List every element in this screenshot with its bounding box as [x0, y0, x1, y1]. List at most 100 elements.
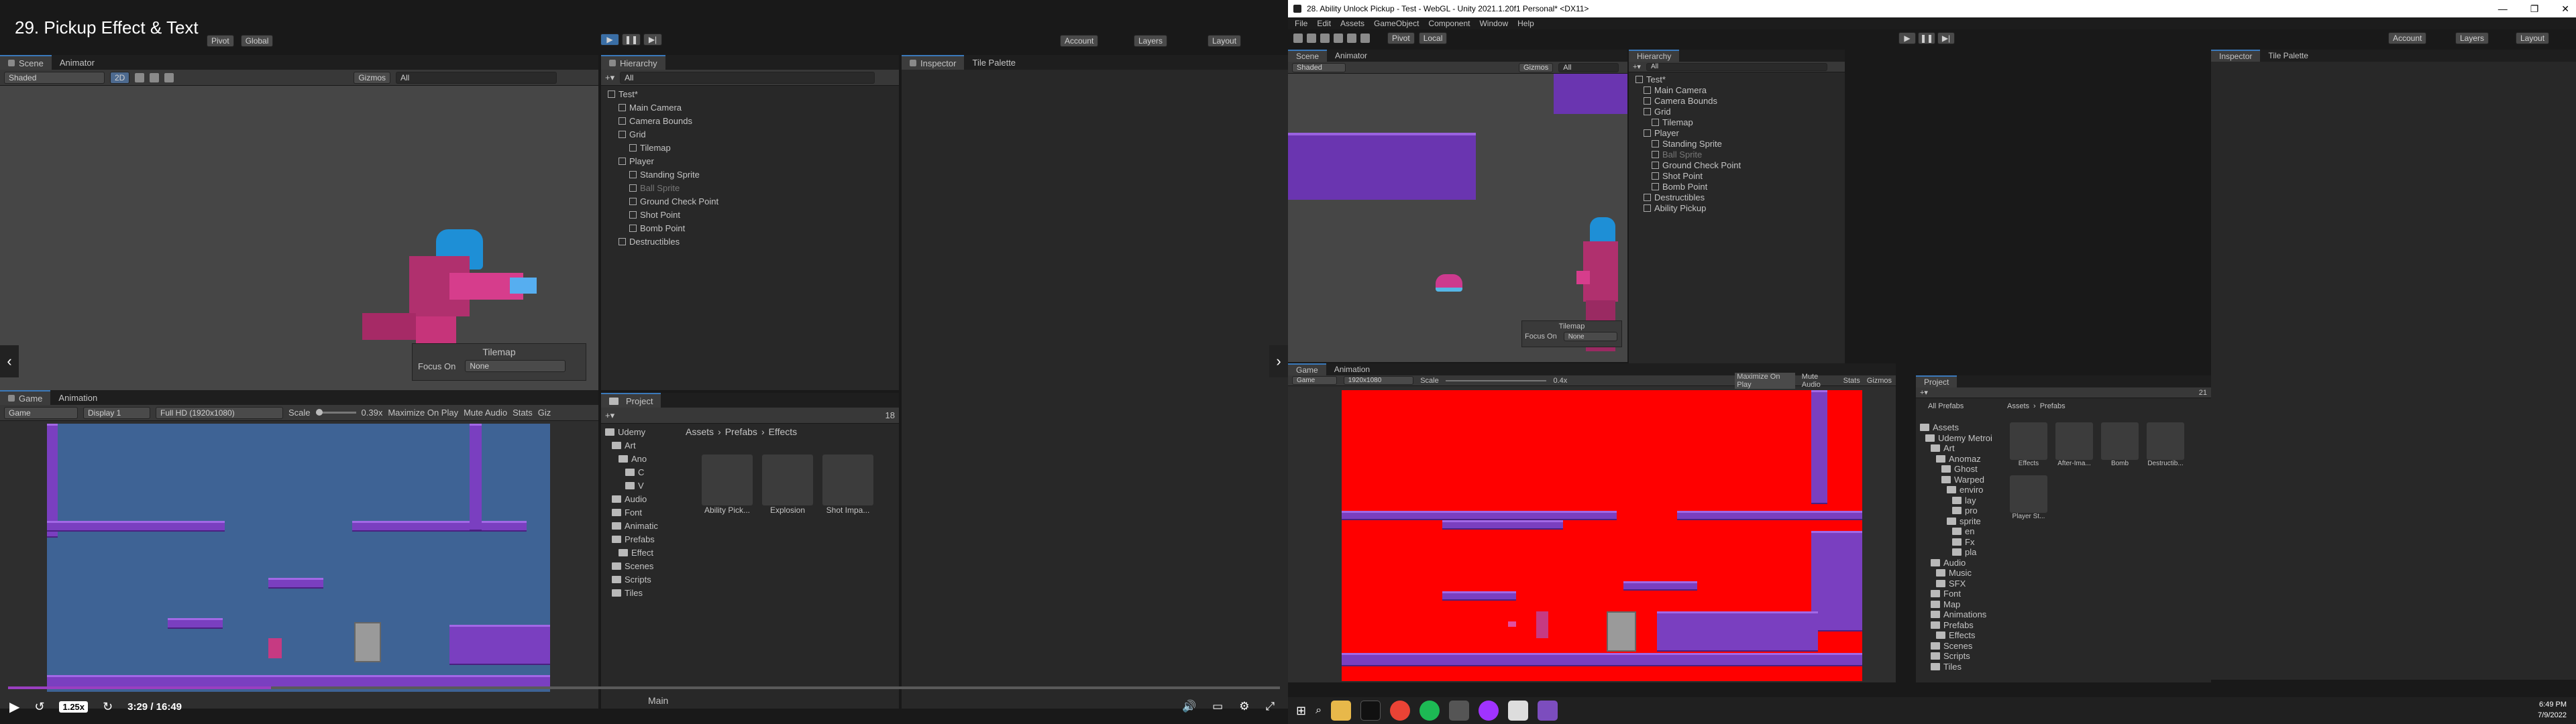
- hierarchy-item[interactable]: Ball Sprite: [1629, 149, 1845, 160]
- hierarchy-search-input[interactable]: All: [1646, 62, 1827, 71]
- tab-inspector[interactable]: Inspector: [902, 55, 965, 70]
- tab-animator[interactable]: Animator: [1327, 50, 1375, 62]
- game-view[interactable]: [47, 424, 550, 692]
- menu-item[interactable]: File: [1295, 19, 1307, 28]
- tab-game[interactable]: Game: [1288, 363, 1326, 375]
- project-folder[interactable]: SFX: [1916, 579, 2003, 589]
- project-folder[interactable]: Map: [1916, 599, 2003, 610]
- project-folder[interactable]: lay: [1916, 495, 2003, 506]
- video-progress-bar[interactable]: [8, 686, 1280, 689]
- resolution-dropdown[interactable]: Full HD (1920x1080): [156, 406, 283, 419]
- asset-tile[interactable]: After-Ima...: [2055, 422, 2093, 467]
- project-folder[interactable]: Scenes: [1916, 641, 2003, 652]
- tab-inspector[interactable]: Inspector: [2211, 50, 2261, 62]
- rotate-tool-icon[interactable]: [1320, 34, 1330, 43]
- project-folder[interactable]: Art: [601, 438, 682, 452]
- layers-dropdown[interactable]: Layers: [1134, 35, 1168, 47]
- project-folder[interactable]: Scripts: [1916, 651, 2003, 662]
- project-folder[interactable]: Fx: [1916, 537, 2003, 548]
- play-button[interactable]: ▶: [1898, 32, 1916, 44]
- scene-search-input[interactable]: All: [396, 71, 557, 84]
- project-folder[interactable]: Tiles: [601, 586, 682, 599]
- project-folder[interactable]: Font: [601, 505, 682, 519]
- tab-animation[interactable]: Animation: [1326, 363, 1378, 375]
- audio-icon[interactable]: [150, 72, 160, 82]
- hierarchy-item[interactable]: Main Camera: [601, 101, 899, 114]
- rect-tool-icon[interactable]: [1347, 34, 1356, 43]
- global-button[interactable]: Global: [240, 35, 274, 47]
- visual-studio-icon[interactable]: [1538, 701, 1558, 721]
- breadcrumb-item[interactable]: Prefabs: [2040, 402, 2065, 410]
- project-folder[interactable]: Art: [1916, 443, 2003, 454]
- add-icon[interactable]: +▾: [605, 72, 614, 83]
- game-view[interactable]: [1342, 390, 1862, 681]
- rewind-icon[interactable]: ↺: [34, 700, 44, 714]
- tab-scene[interactable]: Scene: [1288, 50, 1328, 62]
- menu-item[interactable]: Window: [1479, 19, 1508, 28]
- tab-scene[interactable]: Scene: [0, 55, 52, 70]
- scene-search-input[interactable]: All: [1558, 62, 1619, 72]
- game-mode-dropdown[interactable]: Game: [4, 406, 78, 419]
- hierarchy-item[interactable]: Standing Sprite: [1629, 138, 1845, 149]
- player-sprite[interactable]: [349, 182, 550, 357]
- hand-tool-icon[interactable]: [1293, 34, 1303, 43]
- project-folder[interactable]: Animatic: [601, 519, 682, 532]
- layers-dropdown[interactable]: Layers: [2455, 32, 2489, 44]
- resolution-dropdown[interactable]: 1920x1080: [1343, 376, 1414, 385]
- terminal-icon[interactable]: [1360, 701, 1381, 721]
- hierarchy-item[interactable]: Shot Point: [1629, 170, 1845, 181]
- light-icon[interactable]: [135, 72, 145, 82]
- project-folder[interactable]: Music: [1916, 568, 2003, 579]
- hierarchy-item[interactable]: Player: [601, 154, 899, 168]
- move-tool-icon[interactable]: [1307, 34, 1316, 43]
- project-folder[interactable]: Audio: [1916, 558, 2003, 568]
- project-folder[interactable]: Audio: [601, 492, 682, 505]
- add-icon[interactable]: +▾: [605, 410, 614, 421]
- play-icon[interactable]: ▶: [9, 699, 19, 715]
- breadcrumb-item[interactable]: Effects: [769, 426, 798, 437]
- project-folder[interactable]: Scenes: [601, 559, 682, 572]
- asset-tile[interactable]: Effects: [2010, 422, 2047, 467]
- project-folder[interactable]: en: [1916, 526, 2003, 537]
- messenger-icon[interactable]: [1479, 701, 1499, 721]
- project-folder[interactable]: Ghost: [1916, 464, 2003, 475]
- pivot-button[interactable]: Pivot: [207, 35, 234, 47]
- project-folder[interactable]: Assets: [1916, 422, 2003, 433]
- maximize-icon[interactable]: ❐: [2530, 3, 2539, 15]
- gizmos-toggle[interactable]: Giz: [538, 408, 551, 418]
- scale-slider[interactable]: [1445, 379, 1547, 381]
- hierarchy-item[interactable]: Bomb Point: [1629, 181, 1845, 192]
- account-dropdown[interactable]: Account: [2388, 32, 2427, 44]
- layout-dropdown[interactable]: Layout: [1208, 35, 1242, 47]
- breadcrumb-item[interactable]: Prefabs: [725, 426, 757, 437]
- file-explorer-icon[interactable]: [1331, 701, 1352, 721]
- tab-project[interactable]: Project: [601, 393, 661, 408]
- layout-dropdown[interactable]: Layout: [2516, 32, 2550, 44]
- volume-icon[interactable]: 🔊: [1182, 700, 1196, 713]
- project-folder[interactable]: enviro: [1916, 485, 2003, 495]
- project-folder[interactable]: sprite: [1916, 516, 2003, 527]
- pause-button[interactable]: ❚❚: [1918, 32, 1935, 44]
- hierarchy-item[interactable]: Shot Point: [601, 208, 899, 221]
- asset-tile[interactable]: Player St...: [2010, 475, 2047, 520]
- 2d-toggle[interactable]: 2D: [110, 71, 130, 84]
- forward-icon[interactable]: ↻: [103, 700, 113, 714]
- tab-hierarchy[interactable]: Hierarchy: [601, 55, 665, 70]
- project-folder[interactable]: Prefabs: [601, 532, 682, 546]
- pause-button[interactable]: ❚❚: [622, 34, 641, 46]
- video-player[interactable]: Pivot Global ▶ ❚❚ ▶| Account Layers Layo…: [0, 0, 1288, 724]
- minimize-icon[interactable]: —: [2498, 3, 2508, 14]
- settings-gear-icon[interactable]: ⚙: [1239, 700, 1249, 713]
- speed-badge[interactable]: 1.25x: [59, 701, 89, 713]
- close-icon[interactable]: ✕: [2561, 3, 2569, 15]
- mute-toggle[interactable]: Mute Audio: [1802, 373, 1837, 389]
- gizmos-dropdown[interactable]: Gizmos: [1519, 62, 1554, 72]
- local-button[interactable]: Local: [1418, 32, 1448, 44]
- fullscreen-icon[interactable]: ⤢: [1265, 700, 1275, 713]
- project-folder[interactable]: pro: [1916, 505, 2003, 516]
- hierarchy-item[interactable]: Camera Bounds: [601, 114, 899, 127]
- project-folder[interactable]: C: [601, 465, 682, 479]
- hierarchy-item[interactable]: Camera Bounds: [1629, 95, 1845, 106]
- menu-item[interactable]: Component: [1428, 19, 1470, 28]
- hierarchy-item[interactable]: Destructibles: [1629, 192, 1845, 202]
